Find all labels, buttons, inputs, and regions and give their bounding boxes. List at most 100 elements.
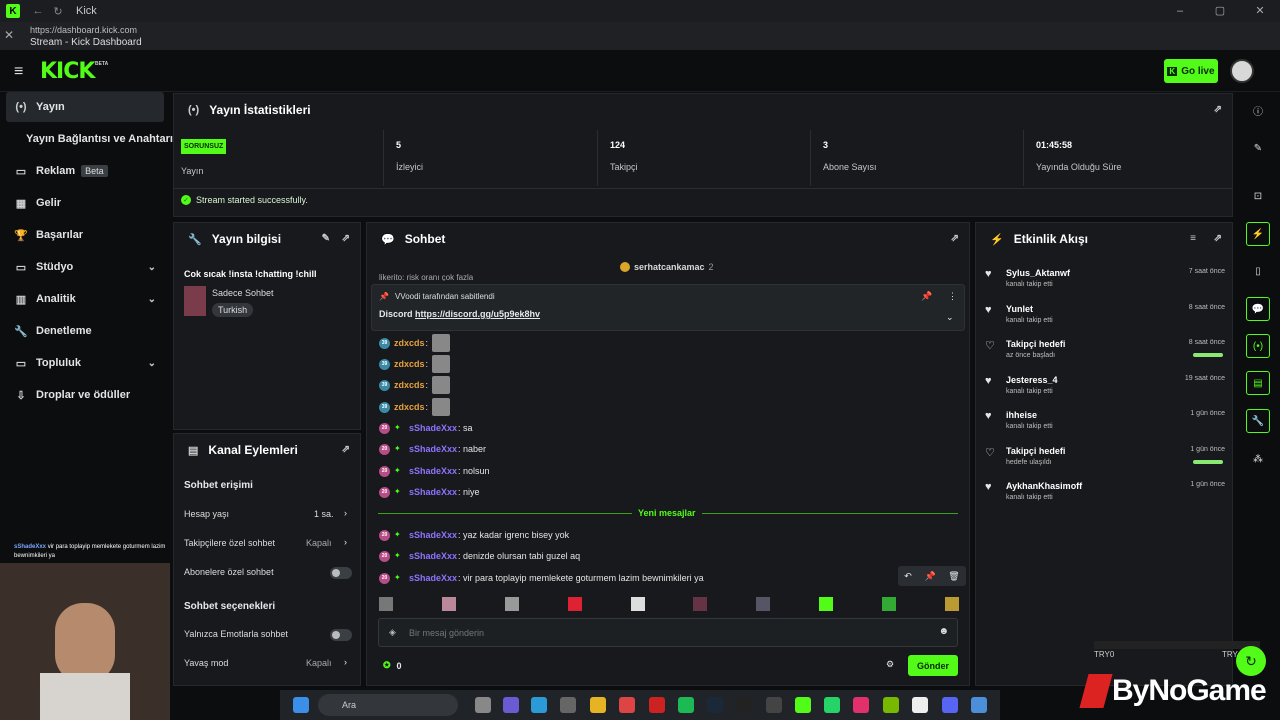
screenshot-icon[interactable]: ⊡ [1246,184,1270,208]
sidebar-item-droplar[interactable]: ⇩ Droplar ve ödüller [6,380,164,410]
chat-input-box[interactable]: ◈ ☻ [378,618,958,647]
chat-username[interactable]: sShadeXxx [409,573,457,583]
refresh-icon[interactable]: ↻ [1236,646,1266,676]
g-app-icon[interactable] [912,697,928,713]
pin-icon[interactable]: 📌 [924,571,935,582]
chat-bubble-icon[interactable]: 💬 [1246,297,1270,321]
emote-icon[interactable] [882,597,896,611]
wrench-icon[interactable]: 🔧 [1246,409,1270,433]
chat-username[interactable]: sShadeXxx [409,487,457,497]
obs-icon[interactable] [766,697,782,713]
url-text[interactable]: https://dashboard.kick.com [30,25,137,35]
activity-item[interactable]: ♥ ihheise kanalı takip etti 1 gün önce [985,410,1225,444]
sidebar-item-denetleme[interactable]: 🔧 Denetleme [6,316,164,346]
chat-username[interactable]: sShadeXxx [409,444,457,454]
chevron-right-icon[interactable]: › [344,537,347,547]
close-icon[interactable]: ✕ [4,28,14,42]
account-age-value[interactable]: 1 sa. [314,509,334,519]
activity-item[interactable]: ♡ Takipçi hedefi az önce başladı 8 saat önc… [985,339,1225,373]
emote-icon[interactable] [944,597,959,611]
activity-item[interactable]: ♡ Takipçi hedefi hedefe ulaşıldı 1 gün önce [985,446,1225,480]
edit-icon[interactable]: ✎ [322,233,330,244]
taskview-icon[interactable] [475,697,491,713]
whatsapp-icon[interactable] [824,697,840,713]
taskbar-search[interactable]: Ara [318,694,458,716]
top-gifter-name[interactable]: serhatcankamac [634,262,705,272]
edit-icon[interactable]: ✎ [1246,136,1270,160]
store-icon[interactable] [560,697,576,713]
subs-only-toggle[interactable] [330,567,352,579]
minimize-button[interactable]: – [1160,0,1200,22]
maximize-button[interactable]: ▢ [1200,0,1240,22]
info-icon[interactable]: ⓘ [1246,98,1270,122]
nvidia-icon[interactable] [883,697,899,713]
send-button[interactable]: Gönder [908,655,958,676]
close-window-button[interactable]: ✕ [1240,0,1280,22]
sidebar-item-topluluk[interactable]: ▭ Topluluk ⌄ [6,348,164,378]
emote-icon[interactable] [441,597,456,611]
pinned-link[interactable]: https://discord.gg/u5p9ek8hv [415,309,540,319]
kick-logo[interactable]: KICK [40,59,95,84]
chat-username[interactable]: zdxcds [394,402,425,412]
sidebar-item-gelir[interactable]: ▦ Gelir [6,188,164,218]
activity-item[interactable]: ♥ Sylus_Aktanwf kanalı takip etti 7 saat ön… [985,268,1225,302]
menu-icon[interactable]: ≡ [14,63,23,81]
chat-username[interactable]: sShadeXxx [409,423,457,433]
popout-icon[interactable]: ⇗ [951,233,959,244]
chat-username[interactable]: zdxcds [394,338,425,348]
kick-icon[interactable] [795,697,811,713]
emote-icon[interactable] [756,597,771,611]
chrome-icon[interactable] [619,697,635,713]
activity-item[interactable]: ♥ Jesteress_4 kanalı takip etti 19 saat önc… [985,375,1225,409]
popout-icon[interactable]: ⇗ [1214,104,1222,115]
chat-username[interactable]: sShadeXxx [409,466,457,476]
steam-icon[interactable] [707,697,723,713]
spotify-icon[interactable] [678,697,694,713]
chat-username[interactable]: zdxcds [394,380,425,390]
followers-only-value[interactable]: Kapalı [306,538,332,548]
epic-icon[interactable] [736,697,752,713]
chevron-right-icon[interactable]: › [344,657,347,667]
go-live-button[interactable]: K Go live [1164,59,1218,83]
chat-input[interactable] [409,625,909,641]
settings-gear-icon[interactable]: ⚙ [886,659,894,670]
filter-icon[interactable]: ≡ [1190,233,1196,244]
popout-icon[interactable]: ⇗ [1214,233,1222,244]
user-avatar[interactable] [1230,59,1254,83]
folder-icon[interactable] [590,697,606,713]
opera-icon[interactable] [649,697,665,713]
emote-icon[interactable] [819,597,834,611]
stats-icon[interactable]: ▤ [1246,371,1270,395]
sidebar-item-yayin[interactable]: (•) Yayın [6,92,164,122]
back-icon[interactable]: ← [28,5,48,17]
reply-icon[interactable]: ↶ [904,571,912,582]
activity-item[interactable]: ♥ Yunlet kanalı takip etti 8 saat önce [985,304,1225,338]
emote-icon[interactable] [693,597,708,611]
sidebar-item-studyo[interactable]: ▭ Stüdyo ⌄ [6,252,164,282]
reload-icon[interactable]: ↻ [48,5,68,18]
broadcast-icon[interactable]: (•) [1246,334,1270,358]
popout-icon[interactable]: ⇗ [342,233,350,244]
document-icon[interactable]: ▯ [1246,259,1270,283]
tray-app-icon[interactable] [971,697,987,713]
sidebar-item-stream-key[interactable]: Yayın Bağlantısı ve Anahtarı [26,124,184,154]
chat-username[interactable]: zdxcds [394,359,425,369]
instagram-icon[interactable] [853,697,869,713]
edge-icon[interactable] [531,697,547,713]
slow-mode-value[interactable]: Kapalı [306,658,332,668]
sidebar-item-analitik[interactable]: ▥ Analitik ⌄ [6,284,164,314]
chat-username[interactable]: sShadeXxx [409,530,457,540]
popout-icon[interactable]: ⇗ [342,444,350,455]
chevron-right-icon[interactable]: › [344,508,347,518]
app-icon[interactable] [503,697,519,713]
bolt-icon[interactable]: ⚡ [1246,222,1270,246]
chat-username[interactable]: sShadeXxx [409,551,457,561]
discord-icon[interactable] [942,697,958,713]
emote-icon[interactable] [504,597,519,611]
emote-icon[interactable] [630,597,645,611]
activity-item[interactable]: ♥ AykhanKhasimoff kanalı takip etti 1 gün ö… [985,481,1225,515]
emote-icon[interactable] [379,597,393,611]
start-icon[interactable] [293,697,309,713]
unpin-icon[interactable]: 📌 [921,291,932,302]
trash-icon[interactable]: 🗑 [948,571,959,582]
